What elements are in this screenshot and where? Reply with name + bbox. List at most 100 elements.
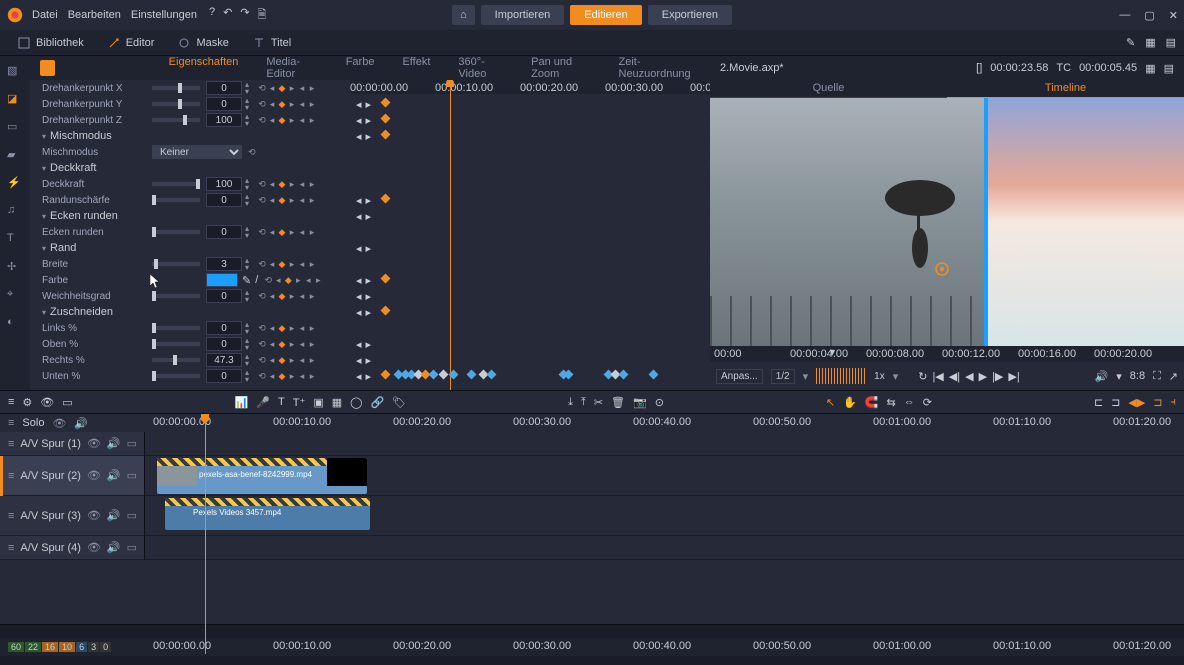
add-key-icon[interactable]: ◆ (278, 196, 286, 204)
curve2-icon[interactable]: ▸ (308, 116, 316, 124)
prop-value[interactable]: 100 (206, 177, 242, 191)
prev-key-icon[interactable]: ◂ (268, 228, 276, 236)
menu-settings[interactable]: Einstellungen (131, 9, 197, 21)
tl-mic-icon[interactable]: 🎤 (256, 396, 270, 409)
nav-zoom[interactable]: 60221610630 (0, 642, 111, 652)
tl-layers-icon[interactable]: ▭ (62, 396, 72, 409)
loop-icon[interactable]: ↻ (918, 370, 927, 383)
prop-slider[interactable] (152, 102, 200, 106)
tl-volume-icon[interactable]: 📊 (235, 396, 249, 409)
prop-slider[interactable] (152, 118, 200, 122)
prop-stepper[interactable]: ▴▾ (242, 177, 252, 191)
popout-icon[interactable]: ↗ (1169, 370, 1178, 383)
tl-tag-icon[interactable]: 🏷 (392, 396, 406, 409)
next-key-icon[interactable]: ▸ (288, 324, 296, 332)
curve2-icon[interactable]: ▸ (308, 340, 316, 348)
next-key-icon[interactable]: ▸ (288, 116, 296, 124)
tl-roll-icon[interactable]: ⟳ (923, 396, 932, 409)
reset-icon[interactable]: ⟲ (258, 116, 266, 124)
reset-icon[interactable]: ⟲ (258, 356, 266, 364)
next-key-icon[interactable]: ▸ (288, 260, 296, 268)
prop-slider[interactable] (152, 262, 200, 266)
add-key-icon[interactable]: ◆ (284, 276, 292, 284)
add-key-icon[interactable]: ◆ (278, 292, 286, 300)
keyframe-ruler[interactable]: 00:00:00.0000:00:10.0000:00:20.0000:00:3… (350, 80, 710, 94)
nav-ruler[interactable]: 00:00:00.0000:00:10.0000:00:20.0000:00:3… (145, 638, 1184, 656)
prop-value[interactable]: 47.3 (206, 353, 242, 367)
keyframe-diamond[interactable] (449, 370, 459, 380)
prop-value[interactable]: 0 (206, 97, 242, 111)
keyframe-diamond[interactable] (381, 98, 391, 108)
goto-start-icon[interactable]: |◀ (932, 370, 943, 383)
kf-nav-prev[interactable]: ◂ (356, 386, 362, 390)
curve-icon[interactable]: ◂ (298, 372, 306, 380)
clip[interactable]: Pexels Videos 3457.mp4 (165, 498, 370, 530)
tl-grid-icon[interactable]: ▦ (332, 396, 342, 409)
track-menu-icon[interactable]: ≡ (8, 470, 14, 482)
prev-key-icon[interactable]: ◂ (268, 260, 276, 268)
keyframe-diamond[interactable] (487, 370, 497, 380)
add-key-icon[interactable]: ◆ (278, 340, 286, 348)
reset-icon[interactable]: ⟲ (258, 292, 266, 300)
keyframe-diamond[interactable] (381, 370, 391, 380)
tc-in[interactable]: 00:00:23.58 (990, 62, 1048, 75)
keyframe-diamond[interactable] (564, 370, 574, 380)
reset-icon[interactable]: ⟲ (264, 276, 272, 284)
volume-icon[interactable]: 🔊 (1095, 370, 1109, 383)
keyframe-diamond[interactable] (381, 194, 391, 204)
import-button[interactable]: Importieren (481, 5, 565, 25)
reset-icon[interactable]: ⟲ (258, 340, 266, 348)
home-button[interactable]: ⌂ (452, 5, 475, 25)
reset-icon[interactable]: ⟲ (258, 260, 266, 268)
next-key-icon[interactable]: ▸ (288, 228, 296, 236)
tl-menu-icon[interactable]: ≡ (8, 396, 14, 409)
prop-slider[interactable] (152, 198, 200, 202)
tl-markout-icon[interactable]: ⤒ (581, 396, 586, 409)
tl-slip-icon[interactable]: ⇆ (887, 396, 896, 409)
next-key-icon[interactable]: ▸ (288, 372, 296, 380)
preview-layout2-icon[interactable]: ▤ (1164, 62, 1174, 75)
timeline-track[interactable]: ≡A/V Spur (2)👁🔊▭pexels-asa-benef-8242999… (0, 456, 1184, 496)
reset-icon[interactable]: ⟲ (258, 324, 266, 332)
eyedropper-icon[interactable]: ✎ (242, 274, 251, 287)
keyframe-diamond[interactable] (429, 370, 439, 380)
tl-split-icon[interactable]: ✂ (594, 396, 603, 409)
tl-slide-icon[interactable]: ⇔ (904, 396, 915, 409)
prop-stepper[interactable]: ▴▾ (242, 97, 252, 111)
tl-expand-icon[interactable]: ≡ (8, 417, 14, 429)
prev-key-icon[interactable]: ◂ (268, 356, 276, 364)
curve-icon[interactable]: ◂ (298, 292, 306, 300)
tl-circle-icon[interactable]: ◯ (350, 396, 362, 409)
tl-speaker-head-icon[interactable]: 🔊 (74, 417, 88, 430)
track-body[interactable]: pexels-asa-benef-8242999.mp4 (145, 456, 1184, 496)
rail-transition-icon[interactable]: ▰ (7, 148, 23, 164)
track-eye-icon[interactable]: 👁 (87, 509, 101, 522)
next-key-icon[interactable]: ▸ (288, 340, 296, 348)
menu-file[interactable]: Datei (32, 9, 58, 21)
prop-group-label[interactable]: Rand (50, 242, 76, 254)
tl-snap1-icon[interactable]: ⊏ (1094, 396, 1103, 409)
timeline-track[interactable]: ≡A/V Spur (1)👁🔊▭ (0, 432, 1184, 456)
kf-nav-next[interactable]: ▸ (366, 386, 372, 390)
tl-snap3-icon[interactable]: ⊐ (1153, 396, 1162, 409)
prop-value[interactable]: 3 (206, 257, 242, 271)
maximize-icon[interactable]: ▢ (1144, 9, 1154, 22)
prop-value[interactable]: 0 (206, 81, 242, 95)
rail-overlay-icon[interactable]: ✢ (7, 260, 23, 276)
track-lock-icon[interactable]: ▭ (127, 469, 137, 482)
track-header[interactable]: ≡A/V Spur (2)👁🔊▭ (0, 456, 145, 496)
speed-label[interactable]: 1x (874, 371, 885, 382)
prev-key-icon[interactable]: ◂ (268, 196, 276, 204)
tl-texteffect-icon[interactable]: T⁺ (293, 396, 306, 409)
prop-slider[interactable] (152, 358, 200, 362)
track-header[interactable]: ≡A/V Spur (3)👁🔊▭ (0, 496, 145, 536)
keyframe-diamond[interactable] (381, 306, 391, 316)
track-speaker-icon[interactable]: 🔊 (107, 541, 121, 554)
track-speaker-icon[interactable]: 🔊 (107, 469, 121, 482)
keyframe-panel[interactable]: 00:00:00.0000:00:10.0000:00:20.0000:00:3… (350, 80, 710, 390)
zoom-dropdown-icon[interactable]: ▾ (803, 370, 809, 383)
tl-snap4-icon[interactable]: ⫞ (1171, 396, 1177, 409)
prop-value[interactable]: 0 (206, 337, 242, 351)
timeline-playhead[interactable] (205, 414, 206, 654)
track-body[interactable]: Pexels Videos 3457.mp4 (145, 496, 1184, 536)
